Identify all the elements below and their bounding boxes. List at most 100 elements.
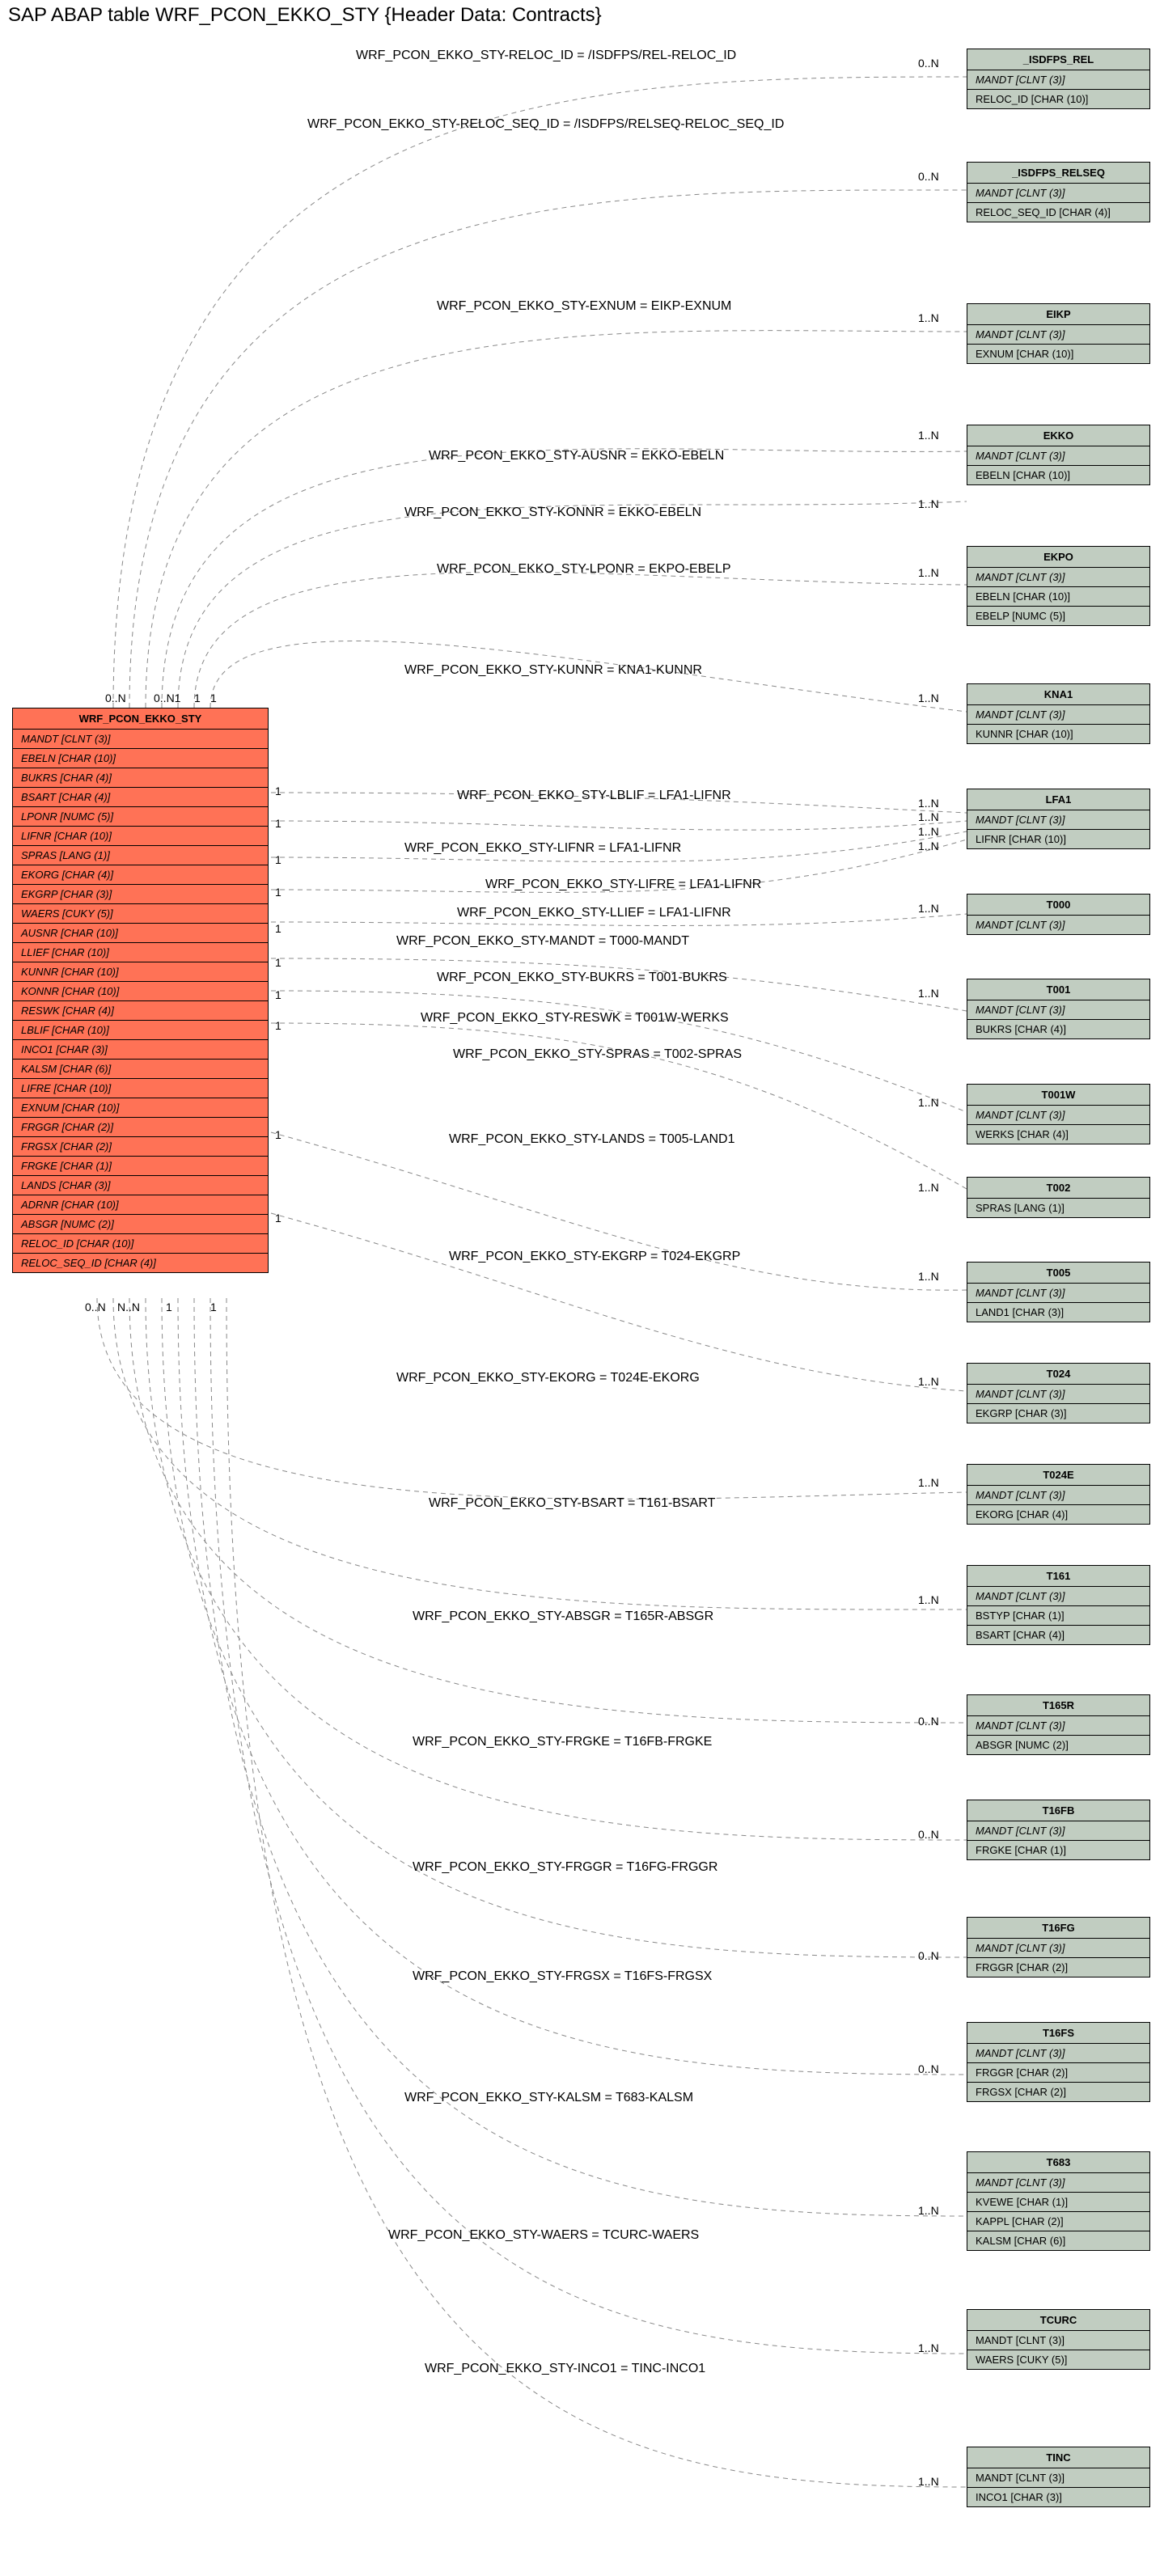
card-one: 1 bbox=[275, 886, 281, 899]
main-field: KONNR [CHAR (10)] bbox=[13, 982, 268, 1001]
edge-label: WRF_PCON_EKKO_STY-ABSGR = T165R-ABSGR bbox=[413, 1609, 713, 1624]
ref-field: MANDT [CLNT (3)] bbox=[967, 1106, 1149, 1125]
ref-field: KALSM [CHAR (6)] bbox=[967, 2231, 1149, 2250]
ref-entity-T005: T005MANDT [CLNT (3)]LAND1 [CHAR (3)] bbox=[967, 1262, 1150, 1322]
ref-field: KAPPL [CHAR (2)] bbox=[967, 2212, 1149, 2231]
card-label: 1..N bbox=[918, 1476, 939, 1489]
ref-field: MANDT [CLNT (3)] bbox=[967, 325, 1149, 345]
ref-header: T683 bbox=[967, 2152, 1149, 2173]
ref-header: T161 bbox=[967, 1566, 1149, 1587]
ref-field: MANDT [CLNT (3)] bbox=[967, 705, 1149, 725]
ref-field: BUKRS [CHAR (4)] bbox=[967, 1020, 1149, 1038]
ref-field: MANDT [CLNT (3)] bbox=[967, 2468, 1149, 2488]
ref-header: T024E bbox=[967, 1465, 1149, 1486]
card-label: 1..N bbox=[918, 311, 939, 324]
card-bot-3: 1 bbox=[210, 1301, 217, 1313]
edge-label: WRF_PCON_EKKO_STY-EKGRP = T024-EKGRP bbox=[449, 1250, 740, 1264]
main-field: FRGSX [CHAR (2)] bbox=[13, 1137, 268, 1157]
card-label: 1..N bbox=[918, 429, 939, 442]
ref-field: WERKS [CHAR (4)] bbox=[967, 1125, 1149, 1144]
card-label: 1..N bbox=[918, 840, 939, 852]
edge-label: WRF_PCON_EKKO_STY-EXNUM = EIKP-EXNUM bbox=[437, 299, 731, 314]
ref-entity-T683: T683MANDT [CLNT (3)]KVEWE [CHAR (1)]KAPP… bbox=[967, 2151, 1150, 2251]
ref-header: T000 bbox=[967, 895, 1149, 916]
card-label: 1..N bbox=[918, 825, 939, 838]
ref-field: LAND1 [CHAR (3)] bbox=[967, 1303, 1149, 1322]
ref-header: _ISDFPS_RELSEQ bbox=[967, 163, 1149, 184]
edge-label: WRF_PCON_EKKO_STY-WAERS = TCURC-WAERS bbox=[388, 2228, 699, 2243]
ref-field: KUNNR [CHAR (10)] bbox=[967, 725, 1149, 743]
edge-label: WRF_PCON_EKKO_STY-FRGKE = T16FB-FRGKE bbox=[413, 1735, 712, 1749]
card-label: 0..N bbox=[918, 1949, 939, 1962]
ref-field: FRGGR [CHAR (2)] bbox=[967, 2063, 1149, 2083]
ref-field: RELOC_SEQ_ID [CHAR (4)] bbox=[967, 203, 1149, 222]
card-left-3: 1 bbox=[210, 692, 217, 704]
card-label: 0..N bbox=[918, 1715, 939, 1728]
main-field: BUKRS [CHAR (4)] bbox=[13, 768, 268, 788]
ref-field: SPRAS [LANG (1)] bbox=[967, 1199, 1149, 1217]
edge-label: WRF_PCON_EKKO_STY-BUKRS = T001-BUKRS bbox=[437, 971, 727, 985]
ref-field: FRGGR [CHAR (2)] bbox=[967, 1958, 1149, 1977]
edge-label: WRF_PCON_EKKO_STY-MANDT = T000-MANDT bbox=[396, 934, 689, 949]
ref-entity-_ISDFPS_REL: _ISDFPS_RELMANDT [CLNT (3)]RELOC_ID [CHA… bbox=[967, 49, 1150, 109]
ref-header: T16FG bbox=[967, 1918, 1149, 1939]
ref-entity-T161: T161MANDT [CLNT (3)]BSTYP [CHAR (1)]BSAR… bbox=[967, 1565, 1150, 1645]
card-label: 1..N bbox=[918, 2341, 939, 2354]
edge-label: WRF_PCON_EKKO_STY-RELOC_ID = /ISDFPS/REL… bbox=[356, 49, 736, 63]
ref-header: T165R bbox=[967, 1695, 1149, 1716]
ref-field: EBELP [NUMC (5)] bbox=[967, 607, 1149, 625]
ref-header: T002 bbox=[967, 1178, 1149, 1199]
ref-entity-T024E: T024EMANDT [CLNT (3)]EKORG [CHAR (4)] bbox=[967, 1464, 1150, 1525]
main-field: EBELN [CHAR (10)] bbox=[13, 749, 268, 768]
card-label: 1..N bbox=[918, 810, 939, 823]
ref-header: T001W bbox=[967, 1085, 1149, 1106]
main-field: LANDS [CHAR (3)] bbox=[13, 1176, 268, 1195]
edge-label: WRF_PCON_EKKO_STY-RELOC_SEQ_ID = /ISDFPS… bbox=[307, 117, 784, 132]
ref-field: MANDT [CLNT (3)] bbox=[967, 1821, 1149, 1841]
ref-field: MANDT [CLNT (3)] bbox=[967, 1716, 1149, 1736]
card-label: 1..N bbox=[918, 692, 939, 704]
page-title: SAP ABAP table WRF_PCON_EKKO_STY {Header… bbox=[8, 4, 602, 27]
main-field: LIFNR [CHAR (10)] bbox=[13, 827, 268, 846]
card-bot-2: 1 bbox=[166, 1301, 172, 1313]
main-field: ABSGR [NUMC (2)] bbox=[13, 1215, 268, 1234]
main-field: WAERS [CUKY (5)] bbox=[13, 904, 268, 924]
card-label: 0..N bbox=[918, 2062, 939, 2075]
ref-header: T001 bbox=[967, 979, 1149, 1000]
card-label: 1..N bbox=[918, 1375, 939, 1388]
ref-field: EXNUM [CHAR (10)] bbox=[967, 345, 1149, 363]
main-field: BSART [CHAR (4)] bbox=[13, 788, 268, 807]
edge-label: WRF_PCON_EKKO_STY-KUNNR = KNA1-KUNNR bbox=[404, 663, 702, 678]
edge-label: WRF_PCON_EKKO_STY-RESWK = T001W-WERKS bbox=[421, 1011, 729, 1026]
card-one: 1 bbox=[275, 922, 281, 935]
ref-entity-TINC: TINCMANDT [CLNT (3)]INCO1 [CHAR (3)] bbox=[967, 2447, 1150, 2507]
main-field: LLIEF [CHAR (10)] bbox=[13, 943, 268, 962]
edge-label: WRF_PCON_EKKO_STY-KONNR = EKKO-EBELN bbox=[404, 505, 701, 520]
ref-entity-EIKP: EIKPMANDT [CLNT (3)]EXNUM [CHAR (10)] bbox=[967, 303, 1150, 364]
ref-header: T16FB bbox=[967, 1800, 1149, 1821]
ref-field: EBELN [CHAR (10)] bbox=[967, 466, 1149, 484]
ref-field: MANDT [CLNT (3)] bbox=[967, 1939, 1149, 1958]
card-one: 1 bbox=[275, 853, 281, 866]
main-field: LPONR [NUMC (5)] bbox=[13, 807, 268, 827]
ref-header: LFA1 bbox=[967, 789, 1149, 810]
main-field: LIFRE [CHAR (10)] bbox=[13, 1079, 268, 1098]
ref-header: T024 bbox=[967, 1364, 1149, 1385]
card-label: 0..N bbox=[918, 57, 939, 70]
ref-entity-T024: T024MANDT [CLNT (3)]EKGRP [CHAR (3)] bbox=[967, 1363, 1150, 1423]
edge-label: WRF_PCON_EKKO_STY-LLIEF = LFA1-LIFNR bbox=[457, 906, 731, 920]
ref-field: EKORG [CHAR (4)] bbox=[967, 1505, 1149, 1524]
ref-entity-T165R: T165RMANDT [CLNT (3)]ABSGR [NUMC (2)] bbox=[967, 1694, 1150, 1755]
edge-label: WRF_PCON_EKKO_STY-BSART = T161-BSART bbox=[429, 1496, 715, 1511]
ref-entity-LFA1: LFA1MANDT [CLNT (3)]LIFNR [CHAR (10)] bbox=[967, 789, 1150, 849]
card-bot-1: N..N bbox=[117, 1301, 140, 1313]
card-one: 1 bbox=[275, 1128, 281, 1141]
ref-field: INCO1 [CHAR (3)] bbox=[967, 2488, 1149, 2506]
ref-field: MANDT [CLNT (3)] bbox=[967, 2173, 1149, 2193]
ref-field: MANDT [CLNT (3)] bbox=[967, 1284, 1149, 1303]
ref-header: TINC bbox=[967, 2447, 1149, 2468]
card-label: 1..N bbox=[918, 1181, 939, 1194]
ref-header: T16FS bbox=[967, 2023, 1149, 2044]
ref-field: MANDT [CLNT (3)] bbox=[967, 70, 1149, 90]
ref-header: EKKO bbox=[967, 425, 1149, 446]
